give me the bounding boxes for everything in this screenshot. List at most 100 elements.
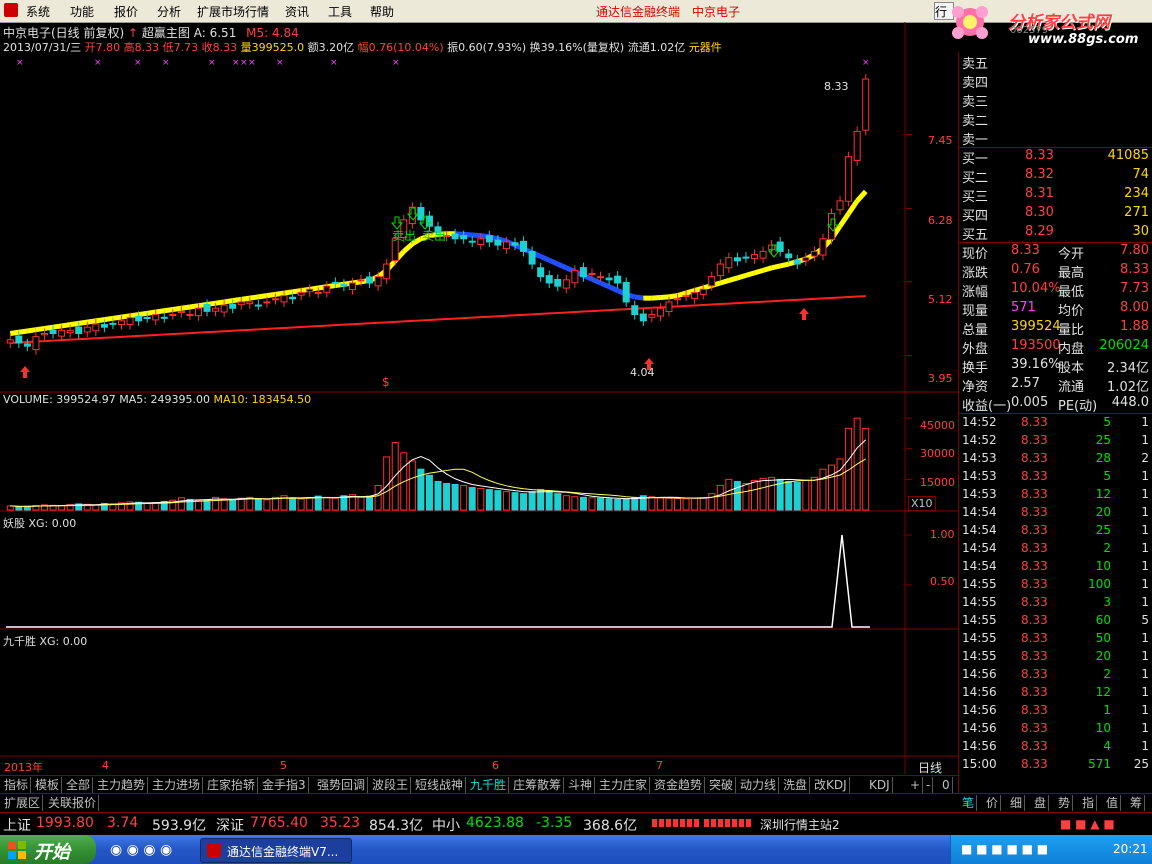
candle-body [785,253,793,259]
indicator-tab[interactable]: 资金趋势 [652,777,706,793]
right-panel-tab[interactable]: 笔 [960,795,978,811]
menu-news[interactable]: 资讯 [285,3,309,20]
menu-quote[interactable]: 报价 [114,3,138,20]
indicator-tab[interactable]: 主力庄家 [597,777,651,793]
indicator-tab[interactable]: 波段王 [370,777,412,793]
volume-value: VOLUME: 399524.97 [3,393,116,406]
sell-level-row: 卖五 [959,52,1152,72]
indicator-name[interactable]: 超赢主图 [142,26,190,40]
indicator-tab[interactable]: 主力趋势 [95,777,149,793]
indicator-tab[interactable]: 斗神 [566,777,596,793]
menu-extended-market[interactable]: 扩展市场行情 [197,3,269,20]
app-title: 通达信金融终端 [596,5,681,19]
tick-count: 1 [1141,505,1149,519]
volume-bar [708,493,716,511]
trend-band-segment [249,294,259,301]
indicator-tab[interactable]: 金手指3 [260,777,309,793]
menu-system[interactable]: 系统 [26,3,50,20]
sell-level-label: 卖二 [962,114,989,129]
top-marker-x: × [162,58,170,68]
indicator-tab[interactable]: 短线战神 [413,777,467,793]
tick-time: 14:55 [962,649,997,663]
tab-control-button[interactable]: + [908,777,924,793]
taskbar-app-button[interactable]: 通达信金融终端V7... [200,838,352,863]
right-panel-tab[interactable]: 值 [1104,795,1122,811]
indicator-tab[interactable]: 庄筹散筹 [511,777,565,793]
indicator-tab[interactable]: 主力进场 [150,777,204,793]
candle-body [271,298,279,301]
indicator-tab[interactable]: KDJ [867,777,893,793]
stat-value: 571 [1011,300,1036,315]
right-panel-tab[interactable]: 价 [984,795,1002,811]
buy-level-volume: 271 [1124,205,1149,220]
ext-tab-related-quote[interactable]: 关联报价 [46,795,100,811]
stat-label: 涨幅 [962,285,989,300]
candle-body [656,307,664,317]
volume-bar [588,497,596,511]
tab-control-button[interactable]: - [924,777,934,793]
sh-index-amount: 593.9亿 [152,818,207,834]
menu-tools[interactable]: 工具 [328,3,352,20]
tick-row: 14:53 8.33 28 2 [959,450,1152,468]
menu-function[interactable]: 功能 [70,3,94,20]
stat-row: 现量 571 均价 8.00 [959,299,1152,319]
candle-body [605,277,613,281]
tick-time: 14:52 [962,433,997,447]
buy-level-label: 买三 [962,190,989,205]
volume-bar [537,489,545,511]
indicator-tab[interactable]: 动力线 [738,777,780,793]
stat-row: 换手 39.16% 股本 2.34亿 [959,356,1152,376]
candle-body [366,276,374,284]
indicator-tab[interactable]: 庄家抬轿 [205,777,259,793]
right-panel-tab[interactable]: 势 [1056,795,1074,811]
sell-level-label: 卖四 [962,76,989,91]
right-panel-tab[interactable]: 指 [1080,795,1098,811]
trend-band-segment [590,276,602,286]
indicator-tab[interactable]: 九千胜 [468,777,510,793]
quicklaunch-icons[interactable]: ◉ ◉ ◉ ◉ [110,842,172,858]
indicator-tab[interactable]: 模板 [33,777,63,793]
candle-body [408,206,416,225]
stat-label: 内盘 [1058,342,1085,357]
indicator-tab[interactable]: 洗盘 [781,777,811,793]
indicator-tab[interactable]: 改KDJ [812,777,850,793]
period-label[interactable]: 日线 [918,759,942,776]
sz-index-label[interactable]: 深证 [216,815,244,835]
tick-price: 8.33 [1021,721,1048,735]
menu-help[interactable]: 帮助 [370,3,394,20]
start-label: 开始 [34,842,70,863]
bar-amplitude: 振0.60(7.93%) [447,41,527,54]
start-button[interactable]: 开始 [0,835,96,864]
volume-panel-label: VOLUME: 399524.97 MA5: 249395.00 MA10: 1… [3,393,311,406]
ext-tab-extension[interactable]: 扩展区 [2,795,44,811]
right-panel-tab[interactable]: 盘 [1032,795,1050,811]
sh-index-label[interactable]: 上证 [3,815,31,835]
tab-control-button[interactable]: 0 [940,777,953,793]
buy-arrow-icon [799,308,809,320]
stat-value: 8.33 [1011,243,1040,258]
zx-index-label[interactable]: 中小 [432,815,460,835]
indicator-tab[interactable]: 突破 [707,777,737,793]
buy-level-row: 买五 8.29 30 [959,223,1152,243]
candle-body [853,130,861,161]
volume-bar [810,476,818,511]
tick-row: 14:54 8.33 20 1 [959,504,1152,522]
server-name[interactable]: 深圳行情主站2 [760,816,840,833]
right-panel-tab[interactable]: 细 [1008,795,1026,811]
volume-bar [836,458,844,511]
indicator-tab[interactable]: 强势回调 [315,777,369,793]
stat-row: 收益(一) 0.005 PE(动) 448.0 [959,394,1152,414]
indicator-tab[interactable]: 全部 [64,777,94,793]
stat-value: 2.34亿 [1107,361,1149,376]
volume-bar [357,496,365,511]
trend-band-segment [283,289,293,296]
right-panel-tab[interactable]: 筹 [1128,795,1146,811]
buy-level-row: 买一 8.33 41085 [959,147,1152,167]
menu-analysis[interactable]: 分析 [157,3,181,20]
price-axis-label: 3.95 [928,372,953,385]
tray-icons[interactable]: ■ ■ ■ ■ ■ ■ [961,842,1048,856]
tick-price: 8.33 [1021,739,1048,753]
volume-bar [554,493,562,511]
volume-bar [751,479,759,511]
indicator-tab[interactable]: 指标 [2,777,32,793]
